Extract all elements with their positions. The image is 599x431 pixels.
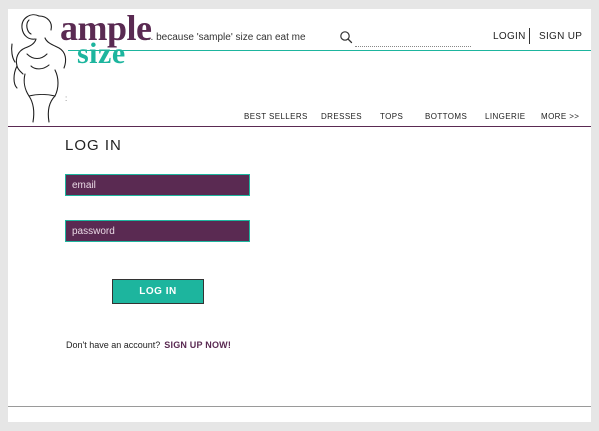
login-button[interactable]: LOG IN (112, 279, 204, 304)
signup-link[interactable]: SIGN UP (539, 31, 582, 42)
signup-prompt-text: Don't have an account? (66, 340, 161, 350)
password-field[interactable] (65, 220, 250, 242)
decorative-mark: : (65, 94, 68, 103)
nav-item-lingerie[interactable]: LINGERIE (485, 112, 526, 121)
nav-item-more[interactable]: MORE >> (541, 112, 579, 121)
search-icon[interactable] (339, 30, 353, 44)
login-link[interactable]: LOGIN (493, 31, 526, 42)
header-divider (68, 50, 591, 51)
nav-item-tops[interactable]: TOPS (380, 112, 403, 121)
footer-divider (8, 406, 591, 407)
main-nav: BEST SELLERS DRESSES TOPS BOTTOMS LINGER… (8, 112, 591, 124)
search-input[interactable] (355, 31, 471, 47)
email-field[interactable] (65, 174, 250, 196)
nav-item-bottoms[interactable]: BOTTOMS (425, 112, 467, 121)
nav-item-dresses[interactable]: DRESSES (321, 112, 362, 121)
auth-divider (529, 28, 530, 44)
page-title: LOG IN (65, 137, 122, 154)
nav-divider (8, 126, 591, 127)
signup-now-link[interactable]: SIGN UP NOW! (164, 340, 231, 350)
tagline: ... because 'sample' size can eat me (145, 32, 306, 43)
signup-prompt-row: Don't have an account? SIGN UP NOW! (66, 340, 231, 350)
page: ample size ... because 'sample' size can… (8, 8, 591, 422)
search-bar[interactable] (339, 29, 471, 47)
brand-name-size[interactable]: size (77, 37, 126, 71)
nav-item-best-sellers[interactable]: BEST SELLERS (244, 112, 308, 121)
